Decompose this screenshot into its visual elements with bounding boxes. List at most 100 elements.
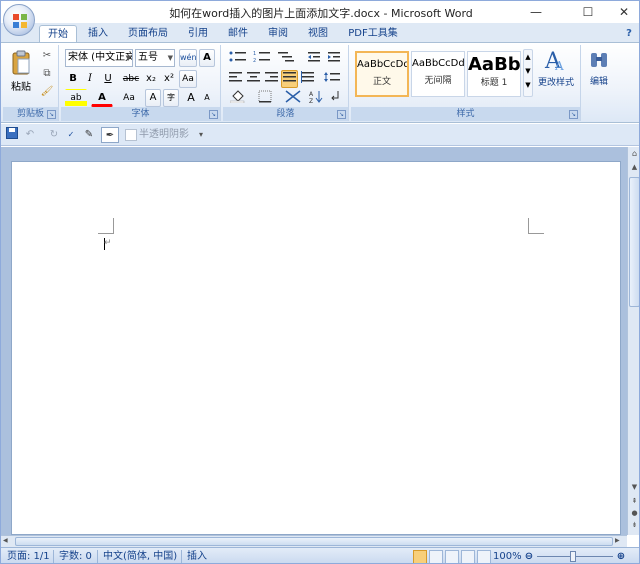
character-shading-button[interactable]: A: [145, 89, 161, 107]
tab-page-layout[interactable]: 页面布局: [123, 25, 173, 43]
change-case-button[interactable]: Aa: [179, 70, 197, 88]
justify-button[interactable]: [281, 70, 298, 88]
line-spacing-button[interactable]: [321, 70, 343, 88]
styles-launcher-icon[interactable]: ↘: [569, 110, 578, 119]
language-indicator[interactable]: 中文(简体, 中国): [103, 550, 177, 563]
superscript-button[interactable]: x²: [161, 70, 177, 88]
distributed-button[interactable]: [299, 70, 316, 88]
strikethrough-button[interactable]: abc: [121, 70, 141, 88]
font-case-button[interactable]: Aa: [117, 89, 141, 107]
tab-mailings[interactable]: 邮件: [221, 25, 255, 43]
customize-toolbar-icon[interactable]: ▾: [195, 127, 207, 143]
insert-mode[interactable]: 插入: [187, 550, 207, 563]
cut-icon[interactable]: ✂: [39, 47, 55, 63]
word-count[interactable]: 字数: 0: [59, 550, 92, 563]
draw-icon[interactable]: ✎: [81, 127, 97, 143]
previous-page-icon[interactable]: ⇞: [629, 497, 639, 508]
paint-bucket-icon: [229, 90, 245, 104]
horizontal-scroll-thumb[interactable]: [15, 537, 613, 546]
subscript-button[interactable]: x₂: [143, 70, 159, 88]
minimize-button[interactable]: —: [521, 1, 551, 23]
outline-view-icon[interactable]: [461, 550, 475, 563]
bullets-button[interactable]: [227, 49, 249, 67]
tab-pdf-tools[interactable]: PDF工具集: [345, 25, 401, 43]
align-right-button[interactable]: [263, 70, 280, 88]
maximize-button[interactable]: ☐: [573, 1, 603, 23]
bold-button[interactable]: B: [65, 70, 81, 88]
increase-indent-button[interactable]: [325, 49, 343, 67]
sort-button[interactable]: AZ: [307, 89, 325, 107]
enclose-characters-button[interactable]: 字: [163, 89, 179, 107]
paragraph-launcher-icon[interactable]: ↘: [337, 110, 346, 119]
page-count[interactable]: 页面: 1/1: [7, 550, 50, 563]
spelling-icon[interactable]: ✓: [63, 127, 79, 143]
font-color-button[interactable]: A: [91, 89, 113, 107]
horizontal-scrollbar[interactable]: ◀ ▶: [1, 535, 627, 547]
web-layout-icon[interactable]: [445, 550, 459, 563]
shading-button[interactable]: [227, 89, 251, 107]
change-styles-button[interactable]: AA 更改样式: [535, 47, 577, 97]
document-page[interactable]: ↵: [11, 161, 621, 535]
shrink-font-button[interactable]: A: [199, 89, 215, 107]
tab-insert[interactable]: 插入: [81, 25, 115, 43]
office-button[interactable]: [3, 4, 35, 36]
highlight-button[interactable]: ab: [65, 89, 87, 107]
browse-object-icon[interactable]: ●: [629, 509, 639, 520]
scroll-right-icon[interactable]: ▶: [615, 537, 625, 546]
draft-view-icon[interactable]: [477, 550, 491, 563]
styles-scroll[interactable]: ▲ ▼ ▼: [523, 49, 533, 97]
paste-button[interactable]: 粘贴: [7, 47, 35, 95]
align-center-button[interactable]: [245, 70, 262, 88]
style-normal[interactable]: AaBbCcDd 正文: [355, 51, 409, 97]
ruler-toggle-icon[interactable]: ⌂: [629, 149, 639, 160]
transparency-checkbox[interactable]: [125, 129, 137, 141]
svg-text:A: A: [554, 59, 564, 72]
clipboard-launcher-icon[interactable]: ↘: [47, 110, 56, 119]
numbering-icon: 12: [253, 51, 270, 64]
format-painter-icon[interactable]: 🖌: [39, 83, 55, 99]
font-size-combo[interactable]: 五号 ▼: [135, 49, 175, 67]
redo-icon[interactable]: ↻: [47, 127, 61, 143]
help-button[interactable]: ?: [621, 25, 637, 43]
scroll-down-icon[interactable]: ▼: [629, 483, 639, 494]
tab-review[interactable]: 审阅: [261, 25, 295, 43]
full-screen-reading-icon[interactable]: [429, 550, 443, 563]
pen-icon[interactable]: ✒: [101, 127, 119, 143]
zoom-slider-thumb[interactable]: [570, 551, 576, 562]
zoom-in-icon[interactable]: ⊕: [615, 550, 627, 563]
borders-button[interactable]: [253, 89, 277, 107]
scroll-up-icon[interactable]: ▲: [629, 163, 639, 174]
close-button[interactable]: ✕: [609, 1, 639, 23]
tab-references[interactable]: 引用: [181, 25, 215, 43]
clear-format-button[interactable]: A: [199, 49, 215, 67]
italic-button[interactable]: I: [82, 70, 98, 88]
style-no-spacing[interactable]: AaBbCcDd 无间隔: [411, 51, 465, 97]
decrease-indent-icon: [308, 52, 320, 62]
show-marks-button[interactable]: [327, 89, 343, 107]
underline-button[interactable]: U: [99, 70, 117, 88]
style-heading-1[interactable]: AaBb 标题 1: [467, 51, 521, 97]
decrease-indent-button[interactable]: [305, 49, 323, 67]
zoom-out-icon[interactable]: ⊖: [523, 550, 535, 563]
numbering-button[interactable]: 12: [251, 49, 273, 67]
print-layout-icon[interactable]: [413, 550, 427, 563]
grow-font-button[interactable]: A: [183, 89, 199, 107]
font-launcher-icon[interactable]: ↘: [209, 110, 218, 119]
editing-button[interactable]: 编辑: [585, 49, 613, 97]
multilevel-list-button[interactable]: [275, 49, 297, 67]
save-icon[interactable]: [5, 127, 19, 143]
align-left-button[interactable]: [227, 70, 244, 88]
chinese-layout-button[interactable]: [281, 89, 305, 107]
zoom-level[interactable]: 100%: [493, 550, 522, 563]
tab-view[interactable]: 视图: [301, 25, 335, 43]
scroll-left-icon[interactable]: ◀: [3, 537, 13, 546]
copy-icon[interactable]: ⧉: [39, 65, 55, 81]
next-page-icon[interactable]: ⇟: [629, 521, 639, 532]
change-styles-icon: AA: [544, 49, 564, 74]
paste-icon: [12, 50, 30, 75]
phonetic-guide-button[interactable]: wén: [179, 49, 197, 67]
vertical-scrollbar[interactable]: ⌂ ▲ ▼ ⇞ ● ⇟: [627, 147, 639, 535]
vertical-scroll-thumb[interactable]: [629, 177, 639, 307]
font-name-combo[interactable]: 宋体 (中文正文) ▼: [65, 49, 133, 67]
undo-icon[interactable]: ↶: [23, 127, 37, 143]
